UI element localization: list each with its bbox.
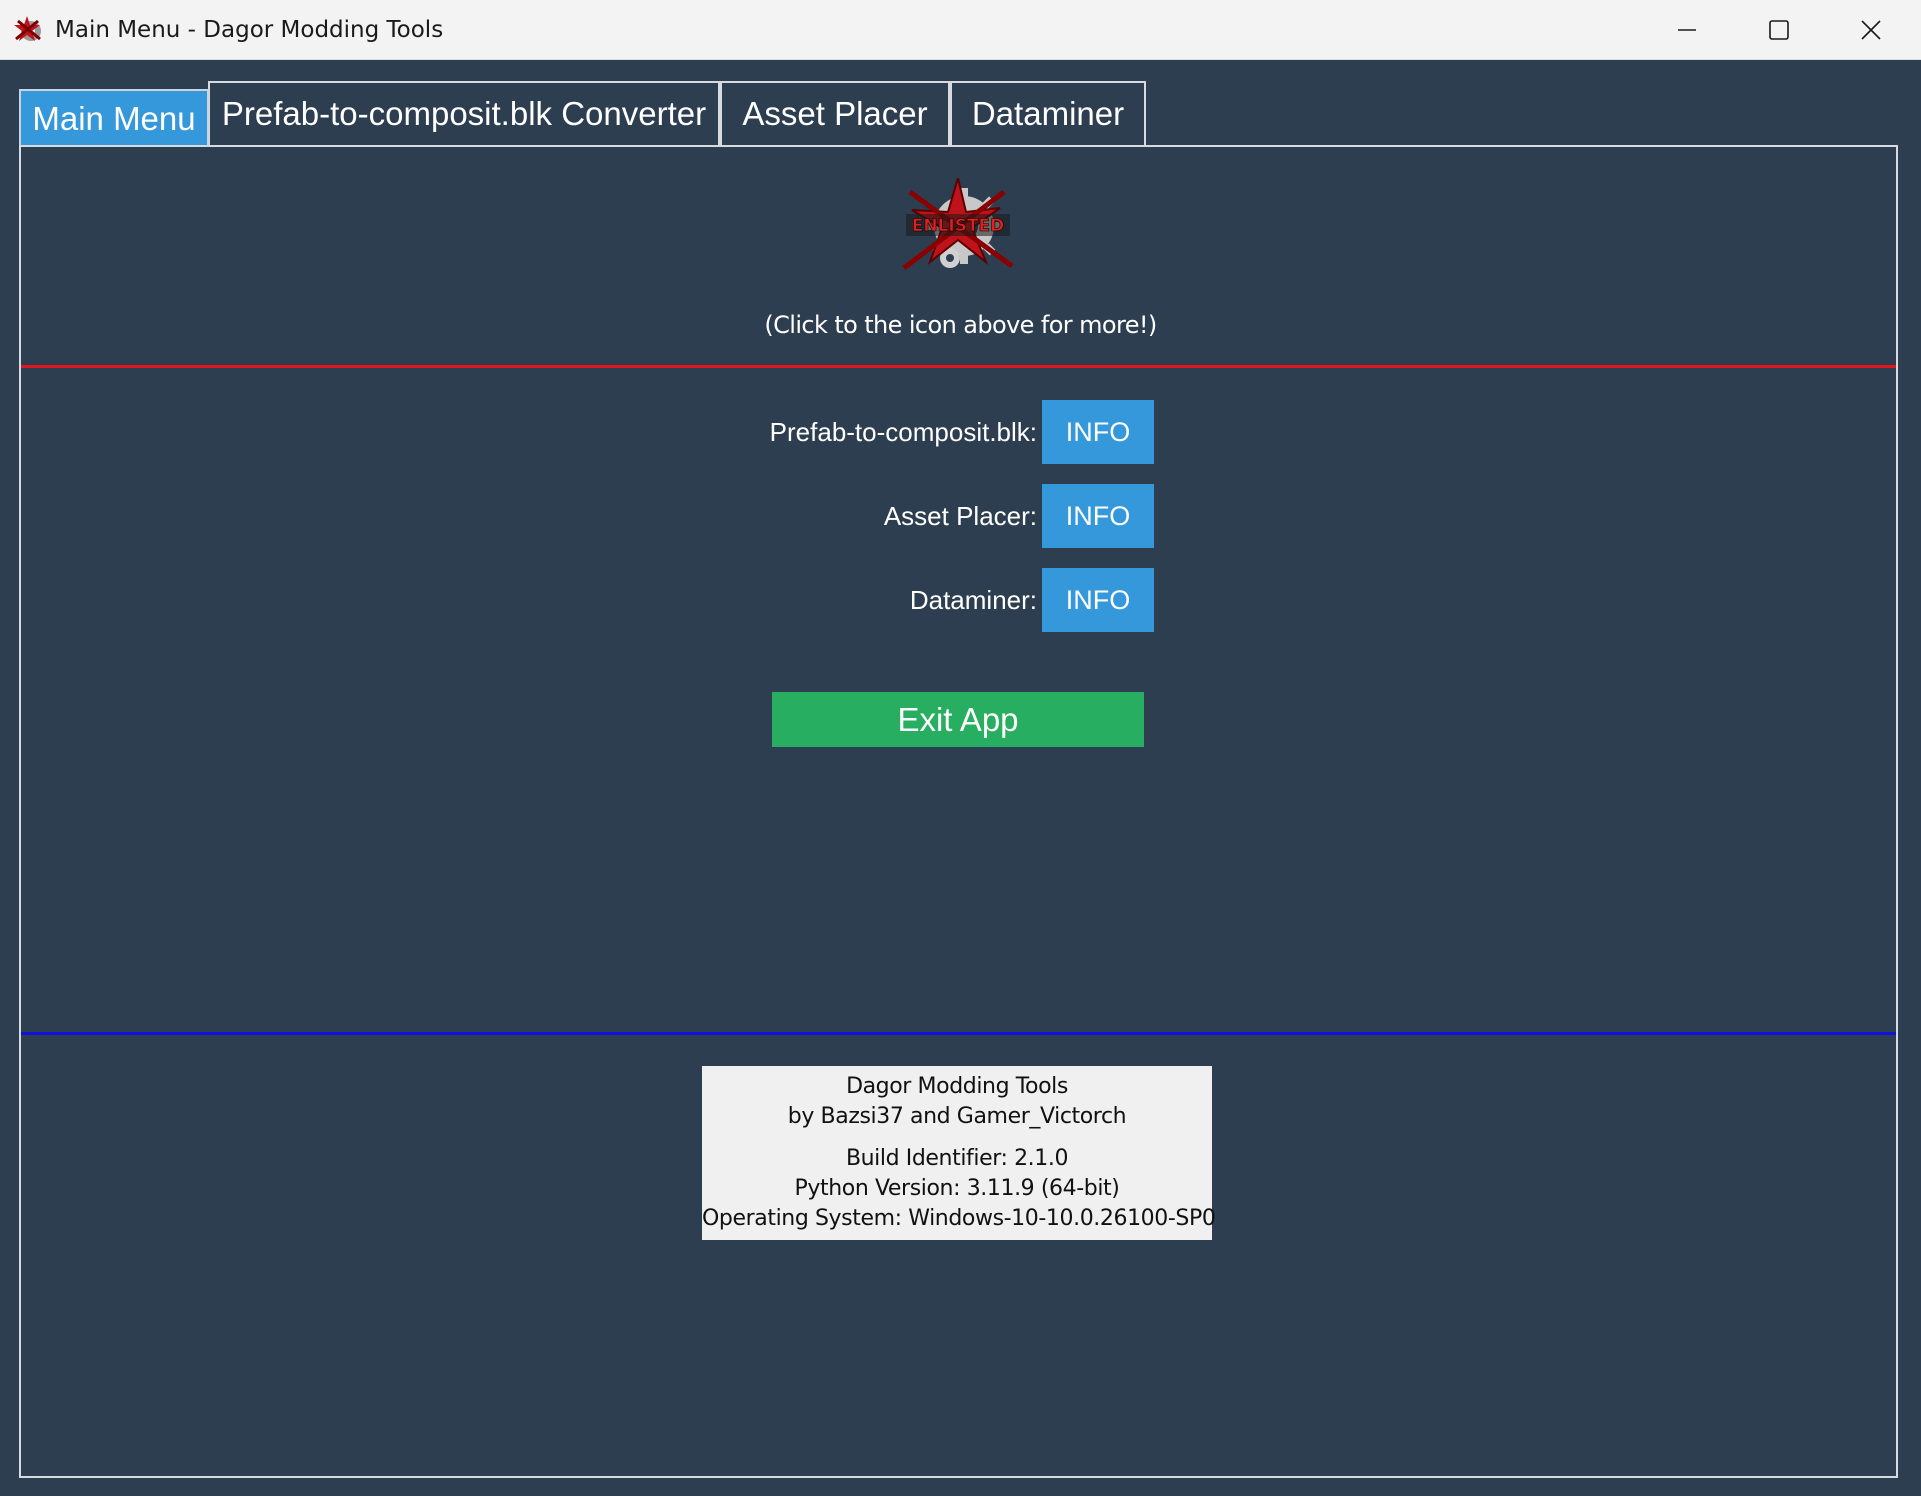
dataminer-info-label: Dataminer: [909,585,1037,615]
app-window: Main Menu - Dagor Modding Tools Prefab-t… [0,0,1921,1496]
about-app-name: Dagor Modding Tools [846,1074,1068,1099]
minimize-button[interactable] [1641,0,1733,59]
red-separator [21,365,1896,368]
close-button[interactable] [1825,0,1917,59]
logo-text: ENLISTED [912,216,1005,236]
prefab-info-label: Prefab-to-composit.blk: [769,417,1037,447]
tab-main-menu[interactable]: Main Menu [19,89,209,147]
window-title: Main Menu - Dagor Modding Tools [55,17,444,43]
prefab-info-button[interactable]: INFO [1042,400,1154,464]
logo-hint-text: (Click to the icon above for more!) [764,311,1157,339]
tab-content-frame [19,145,1898,1478]
asset-placer-info-label: Asset Placer: [883,501,1037,531]
exit-app-button[interactable]: Exit App [772,692,1144,747]
tab-dataminer[interactable]: Dataminer [950,81,1146,145]
enlisted-logo-icon[interactable]: ENLISTED [900,174,1016,274]
title-bar[interactable]: Main Menu - Dagor Modding Tools [0,0,1921,60]
about-python-version: Python Version: 3.11.9 (64-bit) [794,1176,1120,1201]
tab-asset-placer[interactable]: Asset Placer [720,81,950,145]
close-icon [1861,19,1881,40]
app-logo-icon [14,15,44,45]
minimize-icon [1678,28,1696,31]
about-build: Build Identifier: 2.1.0 [845,1146,1069,1171]
maximize-icon [1769,19,1789,40]
about-os: Operating System: Windows-10-10.0.26100-… [702,1206,1216,1231]
window-edge [1916,60,1921,1496]
asset-placer-info-button[interactable]: INFO [1042,484,1154,548]
about-authors: by Bazsi37 and Gamer_Victorch [787,1104,1127,1129]
blue-separator [21,1032,1896,1035]
tab-prefab-converter[interactable]: Prefab-to-composit.blk Converter [208,81,720,145]
maximize-button[interactable] [1733,0,1825,59]
dataminer-info-button[interactable]: INFO [1042,568,1154,632]
about-info-box: Dagor Modding Tools by Bazsi37 and Gamer… [702,1066,1216,1240]
